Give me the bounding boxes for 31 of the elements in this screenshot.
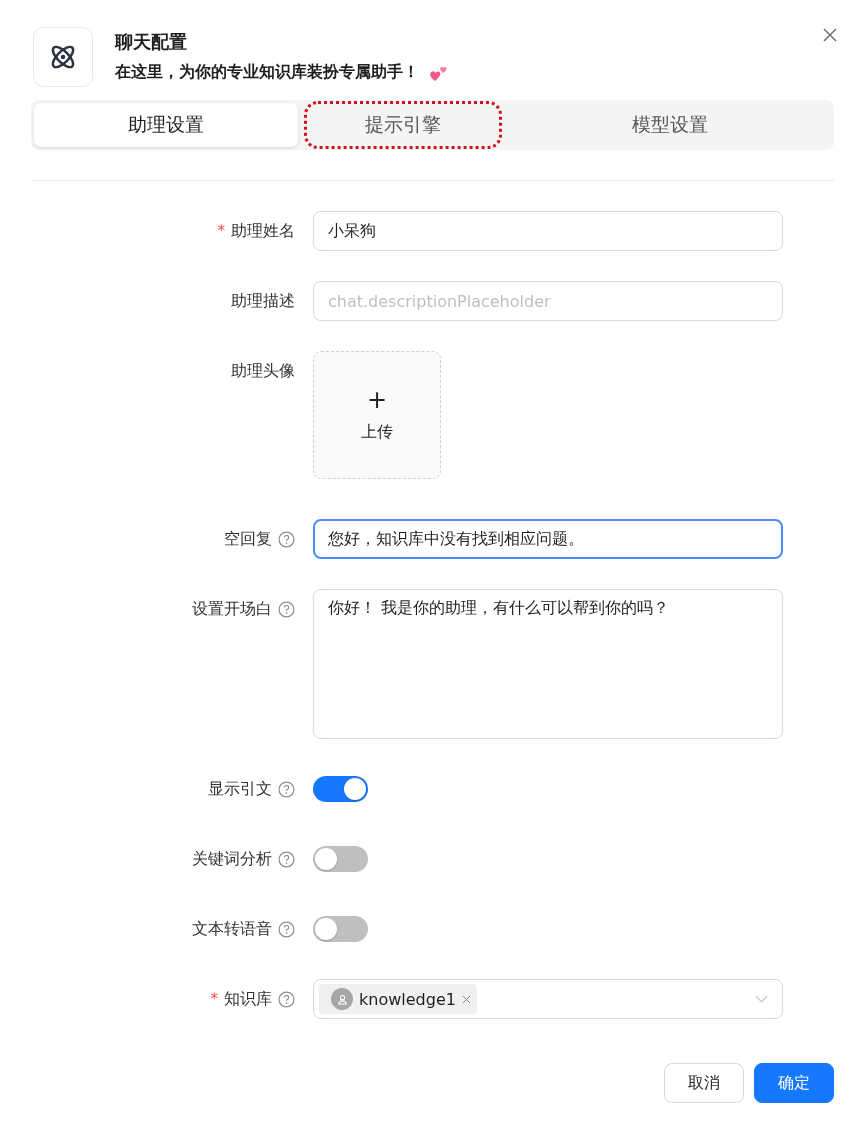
input-field[interactable]: 您好，知识库中没有找到相应问题。 <box>313 519 783 559</box>
tab[interactable]: 提示引擎 <box>306 103 500 147</box>
input-field[interactable]: 小呆狗 <box>313 211 783 251</box>
select-field[interactable]: knowledge1 <box>313 979 783 1019</box>
tag-label: knowledge1 <box>359 989 456 1009</box>
tab[interactable]: 模型设置 <box>508 103 831 147</box>
chevron-down-icon <box>755 995 768 1003</box>
field-label: 助理描述 <box>231 290 295 312</box>
text-area[interactable]: 你好！ 我是你的助理，有什么可以帮到你的吗？ <box>313 589 783 739</box>
tab[interactable]: 助理设置 <box>34 103 298 147</box>
field-label: 空回复 <box>224 528 272 550</box>
toggle-switch[interactable] <box>313 776 368 802</box>
toggle-switch[interactable] <box>313 846 368 872</box>
field-label: 助理头像 <box>231 360 295 382</box>
required-mark: * <box>210 990 218 1008</box>
dialog-subtitle: 在这里，为你的专业知识库装扮专属助手！ <box>115 62 419 83</box>
toggle-switch[interactable] <box>313 916 368 942</box>
field-label: 显示引文 <box>208 778 272 800</box>
field-label: 文本转语音 <box>192 918 272 940</box>
field-label: 助理姓名 <box>231 220 295 242</box>
input-field[interactable]: chat.descriptionPlaceholder <box>313 281 783 321</box>
field-label: 知识库 <box>224 988 272 1010</box>
field-label: 设置开场白 <box>192 598 272 620</box>
cancel-button[interactable]: 取消 <box>664 1063 744 1103</box>
field-label: 关键词分析 <box>192 848 272 870</box>
upload-button[interactable]: + 上传 <box>313 351 441 479</box>
avatar-icon <box>331 988 353 1010</box>
confirm-button[interactable]: 确定 <box>754 1063 834 1103</box>
dialog-title: 聊天配置 <box>115 30 188 54</box>
required-mark: * <box>217 222 225 240</box>
remove-icon[interactable] <box>461 994 471 1004</box>
